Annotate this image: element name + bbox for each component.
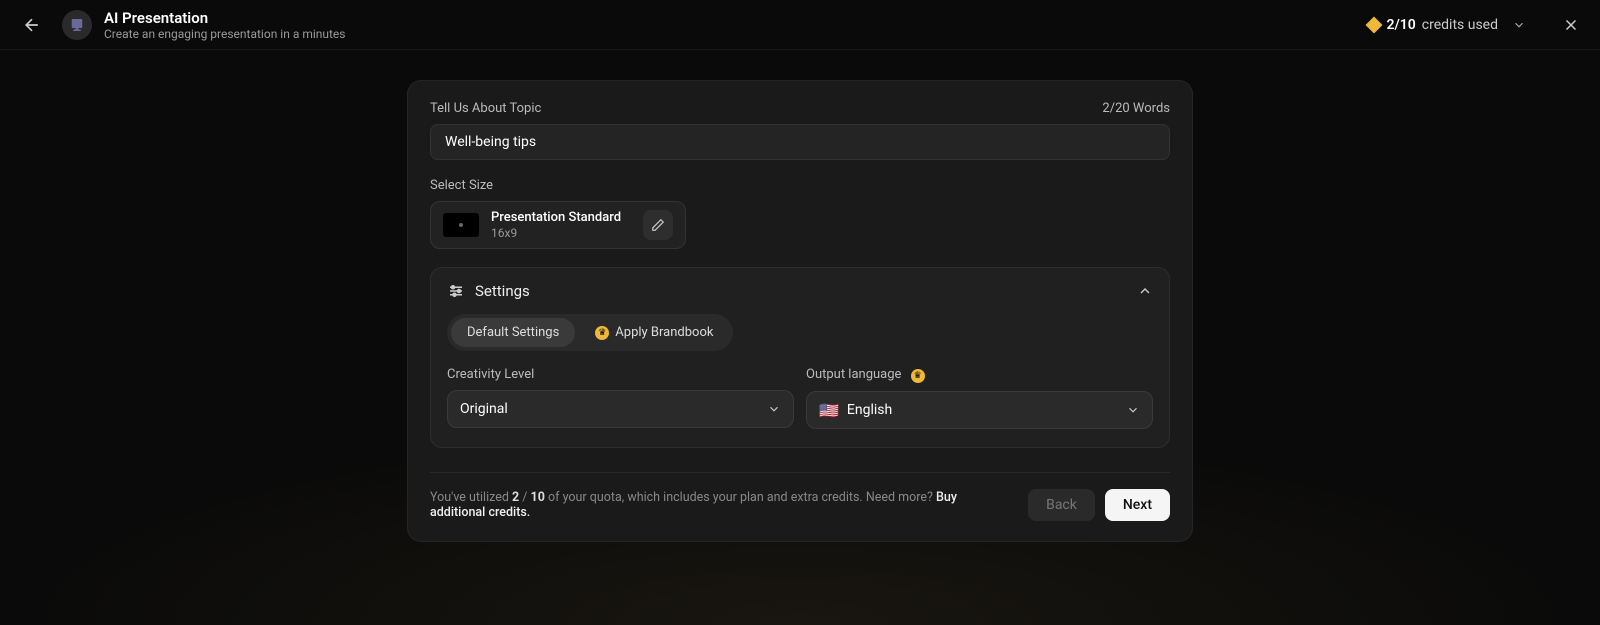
app-header: AI Presentation Create an engaging prese… [0, 0, 1600, 50]
tab-default-settings[interactable]: Default Settings [451, 318, 575, 347]
app-logo-icon [62, 10, 92, 40]
crown-icon: ♛ [595, 326, 609, 340]
app-title: AI Presentation [104, 9, 345, 27]
quota-post: of your quota, which includes your plan … [545, 490, 936, 505]
chevron-up-icon [1137, 283, 1153, 299]
title-block: AI Presentation Create an engaging prese… [104, 9, 345, 41]
size-thumbnail-icon [443, 213, 479, 237]
language-label-text: Output language [806, 367, 901, 382]
close-icon [1562, 16, 1580, 34]
settings-title: Settings [475, 282, 530, 300]
chevron-down-icon [767, 402, 781, 416]
credits-label: credits used [1422, 17, 1498, 33]
panel-footer: You've utilized 2 / 10 of your quota, wh… [430, 472, 1170, 521]
language-value: English [847, 402, 892, 418]
app-subtitle: Create an engaging presentation in a min… [104, 27, 345, 41]
topic-input[interactable] [430, 124, 1170, 160]
size-card[interactable]: Presentation Standard 16x9 [430, 201, 686, 249]
creativity-label: Creativity Level [447, 367, 794, 382]
back-button-footer[interactable]: Back [1028, 489, 1095, 521]
quota-pre: You've utilized [430, 490, 512, 505]
tab-apply-brandbook[interactable]: ♛ Apply Brandbook [579, 318, 729, 347]
pencil-icon [651, 218, 665, 232]
language-select[interactable]: 🇺🇸 English [806, 391, 1153, 429]
tab-brandbook-label: Apply Brandbook [615, 325, 713, 340]
edit-size-button[interactable] [643, 210, 673, 240]
credits-indicator[interactable]: 2/10 credits used [1368, 16, 1528, 34]
close-button[interactable] [1562, 16, 1580, 34]
crown-icon: ♛ [911, 369, 925, 383]
size-label: Select Size [430, 178, 493, 193]
arrow-left-icon [22, 15, 42, 35]
settings-section: Settings Default Settings ♛ Apply Brandb… [430, 267, 1170, 448]
language-label: Output language ♛ [806, 367, 1153, 383]
settings-toggle[interactable]: Settings [447, 282, 1153, 300]
flag-icon: 🇺🇸 [819, 401, 839, 420]
word-count: 2/20 Words [1102, 101, 1170, 116]
size-aspect: 16x9 [491, 226, 621, 240]
size-name: Presentation Standard [491, 210, 621, 226]
quota-total: 10 [531, 490, 545, 505]
quota-sep: / [519, 490, 530, 505]
next-button[interactable]: Next [1105, 489, 1170, 521]
quota-text: You've utilized 2 / 10 of your quota, wh… [430, 490, 1008, 520]
topic-label: Tell Us About Topic [430, 101, 541, 116]
chevron-down-icon [1126, 403, 1140, 417]
main-panel: Tell Us About Topic 2/20 Words Select Si… [407, 80, 1193, 542]
settings-tabs: Default Settings ♛ Apply Brandbook [447, 314, 733, 351]
back-button[interactable] [20, 13, 44, 37]
creativity-select[interactable]: Original [447, 390, 794, 428]
credits-count: 2/10 [1386, 17, 1415, 33]
creativity-value: Original [460, 401, 508, 417]
tab-default-label: Default Settings [467, 325, 559, 340]
sliders-icon [447, 282, 465, 300]
diamond-icon [1366, 16, 1383, 33]
chevron-down-icon [1510, 16, 1528, 34]
